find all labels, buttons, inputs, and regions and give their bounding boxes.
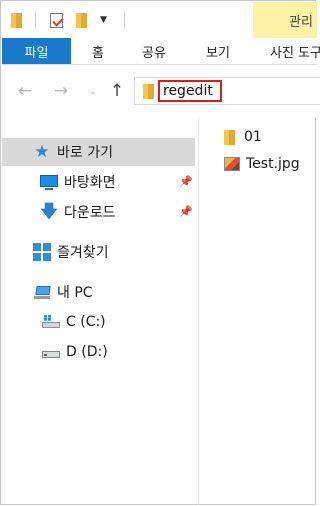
nav-item-label: D (D:) — [66, 344, 108, 360]
tab-view[interactable]: 보기 — [202, 38, 234, 64]
folder-icon — [224, 129, 236, 145]
list-item[interactable]: 01 — [224, 126, 262, 148]
list-item[interactable]: Test.jpg — [224, 153, 300, 175]
nav-item-label: 내 PC — [57, 285, 93, 301]
nav-item-this-pc[interactable]: 내 PC — [33, 278, 93, 306]
star-icon: ★ — [34, 142, 50, 162]
pin-icon[interactable]: 📌 — [179, 205, 193, 218]
tab-home[interactable]: 홈 — [87, 38, 109, 64]
file-name: 01 — [244, 129, 262, 145]
navigation-pane: ★ 바로 가기 바탕화면 📌 🡇 다운로드 📌 즐겨찾기 내 PC C (C:) — [2, 118, 199, 505]
nav-item-label: 바로 가기 — [57, 145, 113, 161]
properties-icon[interactable] — [50, 10, 63, 30]
nav-item-label: 바탕화면 — [64, 175, 116, 191]
toolbar-divider — [35, 12, 36, 28]
libraries-icon — [33, 243, 51, 261]
new-folder-icon[interactable] — [76, 10, 88, 30]
tab-picture-tools[interactable]: 사진 도구 — [270, 38, 320, 64]
download-icon: 🡇 — [40, 202, 58, 222]
address-value[interactable]: regedit — [158, 80, 222, 102]
nav-item-quick-access[interactable]: ★ 바로 가기 — [2, 138, 195, 166]
contextual-tab-manage[interactable]: 관리 — [253, 2, 317, 38]
nav-item-downloads[interactable]: 🡇 다운로드 — [40, 198, 116, 226]
image-file-icon — [224, 157, 240, 171]
pc-icon — [33, 283, 51, 301]
nav-item-drive-d[interactable]: D (D:) — [42, 338, 108, 366]
nav-item-libraries[interactable]: 즐겨찾기 — [33, 238, 109, 266]
customize-toolbar-dropdown[interactable]: ▼ — [100, 10, 107, 30]
nav-item-desktop[interactable]: 바탕화면 — [40, 168, 116, 196]
folder-icon[interactable] — [11, 10, 23, 30]
chevron-down-icon[interactable]: ⌄ — [86, 81, 100, 101]
folder-icon — [143, 83, 155, 99]
explorer-window: ▼ 관리 파일 홈 공유 보기 사진 도구 ← → ⌄ ↑ regedit ★ … — [0, 0, 320, 505]
desktop-icon — [40, 173, 58, 191]
navigation-bar: ← → ⌄ ↑ regedit — [2, 65, 320, 118]
nav-item-label: 다운로드 — [64, 205, 116, 221]
file-list: 01 Test.jpg — [200, 118, 317, 505]
pin-icon[interactable]: 📌 — [179, 175, 193, 188]
nav-item-label: 즐겨찾기 — [57, 245, 109, 261]
arrow-right-icon[interactable]: → — [52, 81, 70, 101]
drive-d-icon — [42, 343, 60, 361]
tab-file[interactable]: 파일 — [2, 38, 71, 64]
address-bar[interactable]: regedit — [134, 77, 320, 105]
ribbon-tabs: 파일 홈 공유 보기 사진 도구 — [2, 38, 320, 65]
file-name: Test.jpg — [246, 156, 300, 172]
tab-share[interactable]: 공유 — [138, 38, 170, 64]
toolbar-divider — [124, 12, 125, 28]
nav-item-drive-c[interactable]: C (C:) — [42, 308, 106, 336]
nav-item-label: C (C:) — [66, 314, 106, 330]
drive-c-icon — [42, 313, 60, 331]
arrow-up-icon[interactable]: ↑ — [108, 81, 126, 101]
arrow-left-icon[interactable]: ← — [16, 81, 34, 101]
